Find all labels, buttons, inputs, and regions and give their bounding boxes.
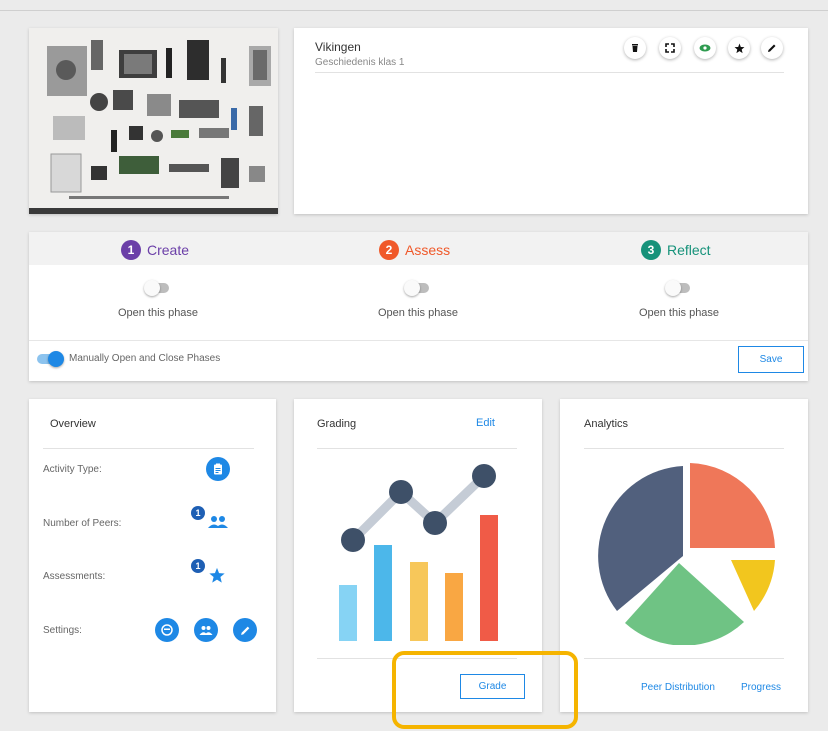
star-icon [209,567,225,583]
settings-label: Settings: [43,625,82,636]
phase-open-label: Open this phase [117,307,199,319]
grading-footer-divider [317,658,517,659]
manual-phases-row: Manually Open and Close Phases [37,350,221,367]
phases-header: 1 Create 2 Assess 3 Reflect [29,232,808,265]
phase-create-toggle[interactable] [144,280,169,296]
overview-card: Overview Activity Type: Number of Peers:… [29,399,276,712]
phase-name: Reflect [667,242,711,258]
number-of-peers-label: Number of Peers: [43,518,122,529]
activity-title: Vikingen [315,40,361,54]
phase-reflect-title: 3 Reflect [641,240,711,260]
smiley-icon [161,624,173,636]
people-icon [208,516,228,528]
star-icon [734,43,744,53]
favorite-button[interactable] [728,37,750,59]
clipboard-icon [214,463,222,475]
save-button[interactable]: Save [738,346,804,373]
fullscreen-icon [665,43,675,53]
phase-name: Create [147,242,190,258]
assessments-label: Assessments: [43,571,106,582]
assessments-count-badge: 1 [191,559,205,573]
delete-button[interactable] [624,37,646,59]
analytics-pie-illustration [598,463,775,645]
phase-open-label: Open this phase [377,307,459,319]
disassembled-camera-image [29,28,278,214]
phase-assess-toggle-group: Open this phase [318,280,518,319]
pencil-icon [768,44,776,52]
settings-anonymity-button[interactable] [155,618,179,642]
phase-assess-title: 2 Assess [379,240,450,260]
grading-illustration [339,464,498,641]
grading-card: Grading Edit Grade [294,399,542,712]
phase-assess-toggle[interactable] [404,280,429,296]
activity-type-label: Activity Type: [43,464,102,475]
manual-phases-label: Manually Open and Close Phases [69,353,221,364]
eye-icon [699,44,711,52]
activity-subtitle: Geschiedenis klas 1 [315,57,405,68]
grading-edit-link[interactable]: Edit [476,417,495,429]
analytics-title: Analytics [584,418,629,430]
activity-image-card [29,28,278,214]
activity-type-button[interactable] [206,457,230,481]
phase-reflect-toggle-group: Open this phase [579,280,779,319]
activity-photo [29,28,278,214]
analytics-footer-divider [584,658,784,659]
phase-name: Assess [405,242,451,258]
manual-phases-toggle[interactable] [37,350,64,367]
photo-border [29,208,278,214]
settings-edit-button[interactable] [233,618,257,642]
phase-create-toggle-group: Open this phase [58,280,258,319]
analytics-card: Analytics Peer Distribution Progress [560,399,808,712]
analytics-divider [584,448,784,449]
title-divider [315,72,784,73]
visibility-button[interactable] [694,37,716,59]
top-divider [0,10,828,11]
progress-link[interactable]: Progress [741,682,781,693]
grading-title: Grading [317,418,357,430]
activity-title-card: Vikingen Geschiedenis klas 1 [294,28,808,214]
settings-peers-button[interactable] [194,618,218,642]
trash-icon [632,44,638,52]
pencil-icon [240,626,249,635]
fullscreen-button[interactable] [659,37,681,59]
phase-open-label: Open this phase [638,307,720,319]
group-icon [199,626,213,635]
phase-number-badge: 1 [121,240,141,260]
grade-button[interactable]: Grade [460,674,525,699]
overview-title: Overview [50,418,96,430]
phases-card: 1 Create 2 Assess 3 Reflect Open this ph… [29,232,808,381]
phases-divider [29,340,808,341]
phase-create-title: 1 Create [121,240,189,260]
phase-number-badge: 3 [641,240,661,260]
peer-distribution-link[interactable]: Peer Distribution [641,682,715,693]
phase-number-badge: 2 [379,240,399,260]
grading-divider [317,448,517,449]
edit-activity-button[interactable] [761,37,783,59]
peers-count-badge: 1 [191,506,205,520]
phase-reflect-toggle[interactable] [665,280,690,296]
overview-divider [43,448,254,449]
